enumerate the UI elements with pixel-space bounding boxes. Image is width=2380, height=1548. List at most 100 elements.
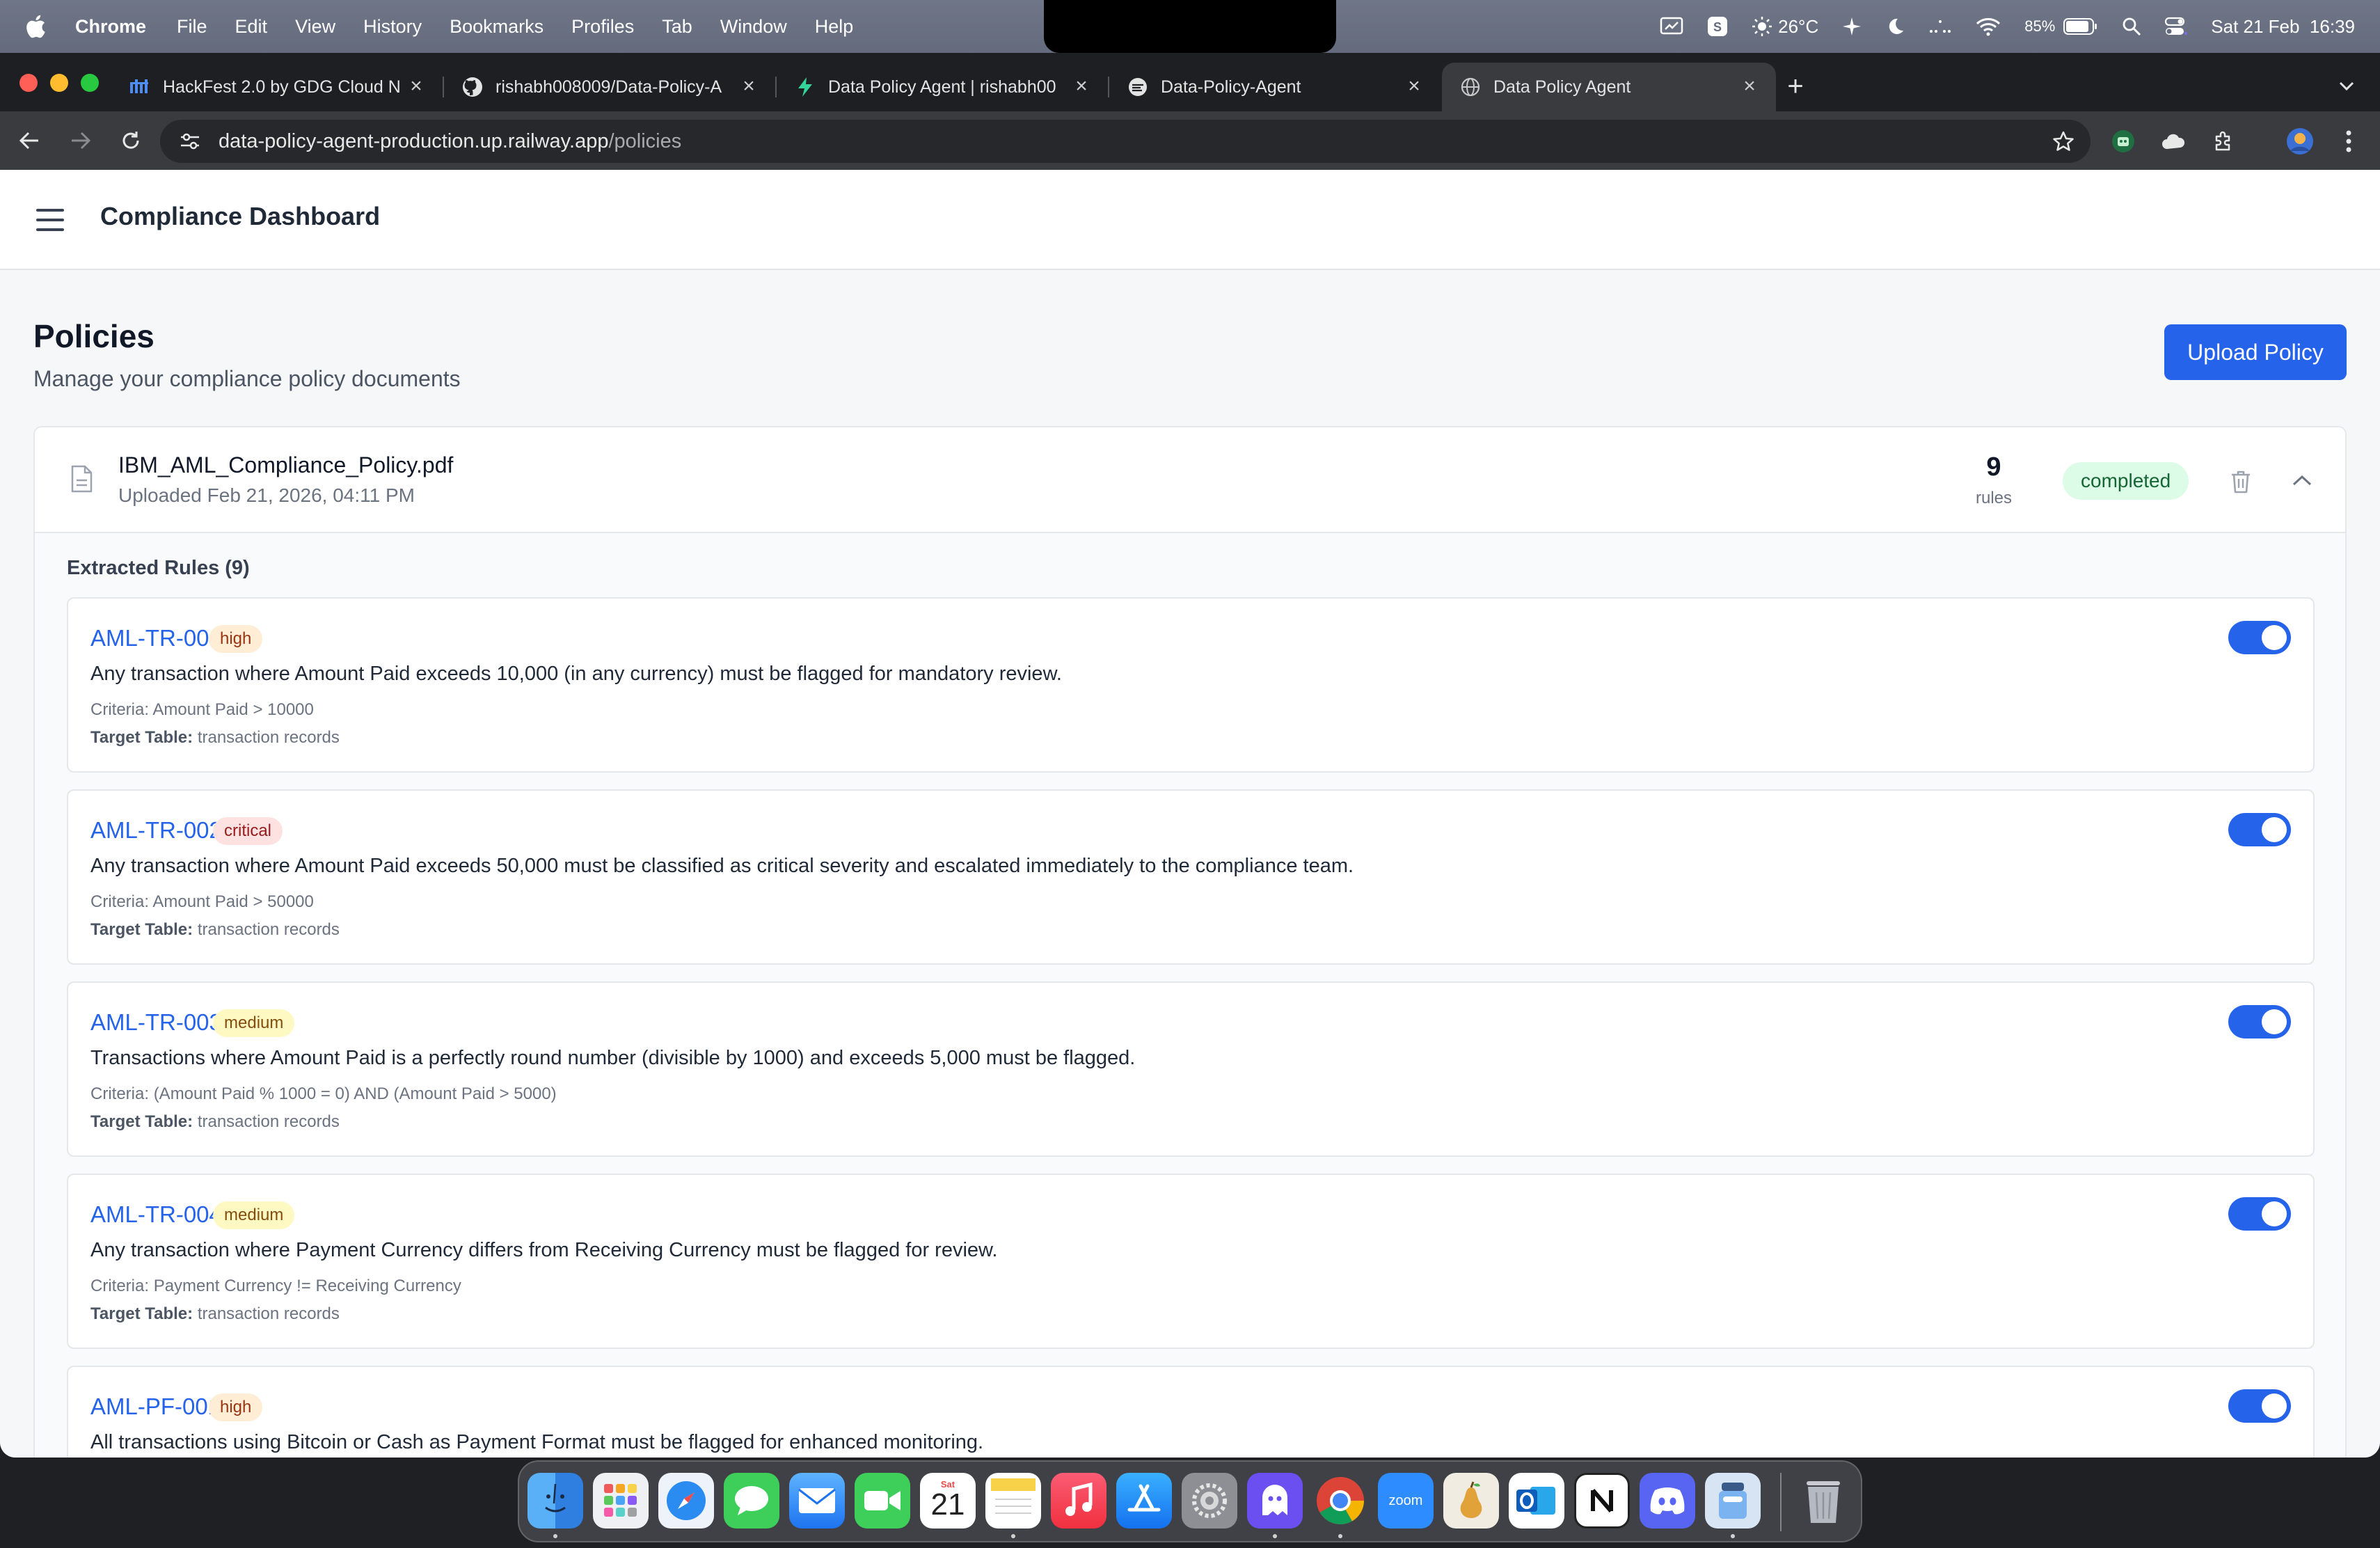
trash-icon[interactable]: [2227, 468, 2255, 496]
close-tab-icon[interactable]: ×: [1403, 74, 1425, 97]
music-icon[interactable]: [1051, 1473, 1106, 1529]
menu-tab[interactable]: Tab: [662, 16, 692, 38]
extension-robot-icon[interactable]: [2109, 127, 2138, 156]
menu-window[interactable]: Window: [720, 16, 787, 38]
profile-avatar[interactable]: [2285, 127, 2315, 156]
system-settings-icon[interactable]: [1182, 1473, 1237, 1529]
rule-id[interactable]: AML-TR-001: [90, 625, 222, 651]
upload-policy-button[interactable]: Upload Policy: [2164, 324, 2347, 380]
chrome-icon[interactable]: [1312, 1473, 1368, 1529]
running-indicator: [1011, 1534, 1015, 1538]
dock-separator: [1780, 1473, 1782, 1531]
severity-badge: high: [209, 1393, 263, 1421]
sparkle-icon[interactable]: [1842, 17, 1862, 36]
menu-bookmarks[interactable]: Bookmarks: [450, 16, 544, 38]
pear-app-icon[interactable]: [1443, 1473, 1499, 1529]
policy-card-header[interactable]: IBM_AML_Compliance_Policy.pdf Uploaded F…: [35, 427, 2345, 533]
weather-sun-icon[interactable]: [1752, 16, 1772, 37]
close-tab-icon[interactable]: ×: [1738, 74, 1761, 97]
rule-enabled-toggle[interactable]: [2228, 1197, 2291, 1231]
close-tab-icon[interactable]: ×: [405, 74, 427, 97]
tab-search-chevron-icon[interactable]: [2334, 74, 2359, 99]
site-info-icon[interactable]: [178, 129, 202, 153]
close-tab-icon[interactable]: ×: [1070, 74, 1093, 97]
zoom-icon[interactable]: zoom: [1378, 1473, 1434, 1529]
discord-icon[interactable]: [1640, 1473, 1695, 1529]
finder-icon[interactable]: [527, 1473, 583, 1529]
tab-railway[interactable]: Data Policy Agent | rishabh00 ×: [777, 63, 1108, 111]
ghost-app-icon[interactable]: [1247, 1473, 1303, 1529]
severity-badge: medium: [213, 1201, 295, 1229]
rule-enabled-toggle[interactable]: [2228, 813, 2291, 846]
address-bar[interactable]: data-policy-agent-production.up.railway.…: [160, 120, 2091, 163]
bookmark-star-icon[interactable]: [2050, 128, 2077, 155]
outlook-icon[interactable]: [1509, 1473, 1564, 1529]
new-tab-button[interactable]: +: [1782, 72, 1809, 100]
menu-edit[interactable]: Edit: [235, 16, 268, 38]
back-arrow-icon[interactable]: [14, 125, 45, 156]
rule-id[interactable]: AML-PF-001: [90, 1393, 221, 1420]
tab-title: rishabh008009/Data-Policy-A: [495, 77, 722, 97]
close-tab-icon[interactable]: ×: [738, 74, 760, 97]
running-indicator: [1338, 1534, 1342, 1538]
reload-icon[interactable]: [116, 125, 146, 156]
notion-icon[interactable]: [1574, 1473, 1630, 1529]
globe-icon: [1460, 77, 1481, 97]
rule-enabled-toggle[interactable]: [2228, 1389, 2291, 1423]
spotlight-search-icon[interactable]: [2122, 17, 2141, 36]
rule-enabled-toggle[interactable]: [2228, 621, 2291, 654]
tab-hackfest[interactable]: HackFest 2.0 by GDG Cloud N ×: [111, 63, 443, 111]
battery-icon[interactable]: [2063, 17, 2098, 35]
s-app-icon[interactable]: S: [1707, 16, 1728, 37]
trash-bin-icon[interactable]: [1795, 1473, 1851, 1529]
close-window-button[interactable]: [19, 74, 38, 92]
menu-view[interactable]: View: [295, 16, 335, 38]
chrome-menu-kebab-icon[interactable]: [2334, 127, 2363, 156]
severity-badge: high: [209, 625, 263, 653]
rule-card: AML-TR-003 medium Transactions where Amo…: [67, 981, 2315, 1157]
battery-percent[interactable]: 85%: [2024, 17, 2055, 35]
menu-app-name[interactable]: Chrome: [75, 16, 146, 38]
apple-icon[interactable]: [25, 13, 49, 40]
mail-icon[interactable]: [789, 1473, 845, 1529]
weather-temp[interactable]: 26°C: [1778, 16, 1818, 38]
menubar-clock[interactable]: Sat 21 Feb 16:39: [2211, 16, 2355, 38]
minimize-window-button[interactable]: [50, 74, 68, 92]
toggle-knob: [2262, 625, 2287, 650]
app-store-icon[interactable]: [1116, 1473, 1172, 1529]
rule-id[interactable]: AML-TR-004: [90, 1201, 222, 1228]
facetime-icon[interactable]: [855, 1473, 910, 1529]
menu-profiles[interactable]: Profiles: [571, 16, 634, 38]
rule-id[interactable]: AML-TR-002: [90, 817, 222, 844]
rule-description: Any transaction where Amount Paid exceed…: [90, 663, 1062, 685]
menu-history[interactable]: History: [363, 16, 422, 38]
safari-icon[interactable]: [658, 1473, 714, 1529]
zoom-window-button[interactable]: [81, 74, 99, 92]
target-label: Target Table:: [90, 728, 193, 747]
notes-icon[interactable]: [985, 1473, 1041, 1529]
forward-arrow-icon[interactable]: [65, 125, 96, 156]
extension-puzzle-cloud-icon[interactable]: [2159, 127, 2188, 156]
screen-mirror-icon[interactable]: [1660, 17, 1683, 36]
control-center-icon[interactable]: [2165, 17, 2188, 36]
moon-icon[interactable]: [1885, 17, 1905, 36]
rule-id[interactable]: AML-TR-003: [90, 1009, 222, 1036]
messages-icon[interactable]: [724, 1473, 779, 1529]
url-text[interactable]: data-policy-agent-production.up.railway.…: [219, 130, 681, 153]
menu-file[interactable]: File: [177, 16, 207, 38]
chevron-up-icon[interactable]: [2287, 465, 2317, 496]
macos-menu-bar: Chrome File Edit View History Bookmarks …: [0, 0, 2380, 53]
calendar-icon[interactable]: Sat 21: [920, 1473, 976, 1529]
extensions-puzzle-icon[interactable]: [2209, 127, 2238, 156]
macos-dock: Sat 21 zoom: [518, 1460, 1862, 1542]
tab-data-policy-agent-repo[interactable]: Data-Policy-Agent ×: [1109, 63, 1441, 111]
hamburger-menu-icon[interactable]: [35, 205, 65, 235]
activity-icon[interactable]: [1928, 17, 1952, 35]
launchpad-icon[interactable]: [593, 1473, 649, 1529]
rule-enabled-toggle[interactable]: [2228, 1005, 2291, 1038]
preview-icon[interactable]: [1705, 1473, 1761, 1529]
menu-help[interactable]: Help: [815, 16, 854, 38]
tab-github[interactable]: rishabh008009/Data-Policy-A ×: [444, 63, 775, 111]
tab-data-policy-agent-active[interactable]: Data Policy Agent ×: [1442, 63, 1776, 111]
wifi-icon[interactable]: [1976, 17, 2001, 36]
